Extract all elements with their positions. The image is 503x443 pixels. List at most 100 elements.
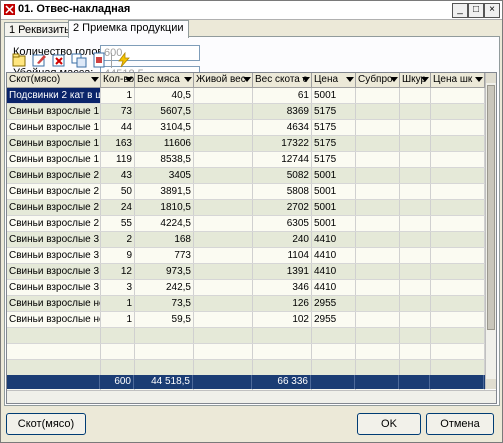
cell-col-price[interactable]: 4410	[312, 232, 356, 247]
column-filter-arrow-icon[interactable]	[243, 77, 251, 82]
cell-col-byproducts[interactable]	[356, 184, 400, 199]
cell-col-price[interactable]: 5175	[312, 120, 356, 135]
cell-col-live-weight[interactable]	[194, 184, 253, 199]
cell-col-live-weight[interactable]	[194, 264, 253, 279]
cell-col-hides[interactable]	[400, 344, 431, 359]
cell-col-byproducts[interactable]	[356, 120, 400, 135]
cell-col-byproducts[interactable]	[356, 296, 400, 311]
delete-icon[interactable]	[51, 52, 67, 68]
cell-col-byproducts[interactable]	[356, 200, 400, 215]
cell-col-meat-weight[interactable]	[135, 344, 194, 359]
cell-col-live-weight[interactable]	[194, 104, 253, 119]
cell-col-livestock[interactable]: Свиньи взрослые 2 ка	[7, 184, 101, 199]
cell-col-livestock[interactable]: Свиньи взрослые 1 ка	[7, 104, 101, 119]
cell-col-livestock[interactable]: Свиньи взрослые 1 ка	[7, 120, 101, 135]
cell-col-live-weight[interactable]	[194, 296, 253, 311]
cell-col-livestock[interactable]: Подсвинки 2 кат в шкуре	[7, 88, 101, 103]
cell-col-price[interactable]	[312, 344, 356, 359]
cell-col-hide-price[interactable]	[431, 216, 485, 231]
scroll-down-button[interactable]	[486, 379, 496, 389]
cell-col-count[interactable]	[101, 360, 135, 375]
cell-col-weight-total[interactable]	[253, 328, 312, 343]
cell-col-live-weight[interactable]	[194, 232, 253, 247]
cell-col-hides[interactable]	[400, 280, 431, 295]
cell-col-livestock[interactable]: Свиньи взрослые нест	[7, 312, 101, 327]
cell-col-count[interactable]: 43	[101, 168, 135, 183]
cell-col-hides[interactable]	[400, 152, 431, 167]
cell-col-hide-price[interactable]	[431, 184, 485, 199]
cell-col-livestock[interactable]: Свиньи взрослые 3 ка	[7, 248, 101, 263]
cell-col-count[interactable]	[101, 328, 135, 343]
cell-col-count[interactable]: 1	[101, 88, 135, 103]
cell-col-count[interactable]: 73	[101, 104, 135, 119]
header-col-hides[interactable]: Шкур	[400, 73, 431, 87]
cell-col-byproducts[interactable]	[356, 360, 400, 375]
column-filter-arrow-icon[interactable]	[302, 77, 310, 82]
edit-icon[interactable]	[31, 52, 47, 68]
cell-col-live-weight[interactable]	[194, 152, 253, 167]
header-col-hide-price[interactable]: Цена шк	[431, 73, 485, 87]
table-row[interactable]	[7, 360, 485, 376]
cell-col-live-weight[interactable]	[194, 120, 253, 135]
column-filter-arrow-icon[interactable]	[125, 77, 133, 82]
cell-col-hides[interactable]	[400, 312, 431, 327]
cell-col-livestock[interactable]: Свиньи взрослые 1 ка	[7, 136, 101, 151]
cell-col-count[interactable]: 119	[101, 152, 135, 167]
cell-col-byproducts[interactable]	[356, 152, 400, 167]
cell-col-hide-price[interactable]	[431, 248, 485, 263]
table-row[interactable]: Подсвинки 2 кат в шкуре140,5 615001	[7, 88, 485, 104]
cell-col-byproducts[interactable]	[356, 344, 400, 359]
table-row[interactable]: Свиньи взрослые 1 ка16311606 173225175	[7, 136, 485, 152]
cell-col-hides[interactable]	[400, 200, 431, 215]
cell-col-price[interactable]: 4410	[312, 248, 356, 263]
header-col-count[interactable]: Кол-во	[101, 73, 135, 87]
cell-col-meat-weight[interactable]: 59,5	[135, 312, 194, 327]
cell-col-meat-weight[interactable]: 242,5	[135, 280, 194, 295]
cell-col-hides[interactable]	[400, 296, 431, 311]
cell-col-byproducts[interactable]	[356, 248, 400, 263]
table-row[interactable]	[7, 328, 485, 344]
cell-col-byproducts[interactable]	[356, 280, 400, 295]
cell-col-livestock[interactable]: Свиньи взрослые 1 ка	[7, 152, 101, 167]
table-row[interactable]: Свиньи взрослые 1 ка1198538,5 127445175	[7, 152, 485, 168]
minimize-button[interactable]: _	[452, 3, 468, 18]
new-icon[interactable]	[11, 52, 27, 68]
cell-col-byproducts[interactable]	[356, 104, 400, 119]
scroll-up-button[interactable]	[486, 73, 496, 83]
cell-col-weight-total[interactable]: 2702	[253, 200, 312, 215]
ok-button[interactable]: OK	[357, 413, 421, 435]
cell-col-price[interactable]: 5001	[312, 88, 356, 103]
maximize-button[interactable]: □	[468, 3, 484, 18]
cell-col-meat-weight[interactable]: 3405	[135, 168, 194, 183]
cell-col-hides[interactable]	[400, 328, 431, 343]
column-filter-arrow-icon[interactable]	[346, 77, 354, 82]
cell-col-hides[interactable]	[400, 248, 431, 263]
cell-col-live-weight[interactable]	[194, 216, 253, 231]
cell-col-livestock[interactable]	[7, 328, 101, 343]
cell-col-hide-price[interactable]	[431, 200, 485, 215]
cell-col-meat-weight[interactable]: 8538,5	[135, 152, 194, 167]
horizontal-scrollbar[interactable]	[7, 390, 496, 403]
header-col-price[interactable]: Цена	[312, 73, 356, 87]
table-row[interactable]: Свиньи взрослые 3 ка2168 2404410	[7, 232, 485, 248]
table-row[interactable]: Свиньи взрослые 1 ка443104,5 46345175	[7, 120, 485, 136]
cell-col-price[interactable]	[312, 328, 356, 343]
scroll-thumb[interactable]	[487, 85, 495, 330]
cell-col-meat-weight[interactable]: 5607,5	[135, 104, 194, 119]
cell-col-hide-price[interactable]	[431, 104, 485, 119]
cell-col-hide-price[interactable]	[431, 328, 485, 343]
cell-col-hides[interactable]	[400, 264, 431, 279]
cell-col-meat-weight[interactable]: 3104,5	[135, 120, 194, 135]
cell-col-hides[interactable]	[400, 360, 431, 375]
cell-col-weight-total[interactable]: 5808	[253, 184, 312, 199]
header-col-meat-weight[interactable]: Вес мяса	[135, 73, 194, 87]
cell-col-weight-total[interactable]: 5082	[253, 168, 312, 183]
cell-col-livestock[interactable]: Свиньи взрослые 2 ка	[7, 168, 101, 183]
cell-col-live-weight[interactable]	[194, 136, 253, 151]
cell-col-hides[interactable]	[400, 184, 431, 199]
cell-col-weight-total[interactable]: 102	[253, 312, 312, 327]
column-filter-arrow-icon[interactable]	[475, 77, 483, 82]
cell-col-count[interactable]: 1	[101, 296, 135, 311]
cell-col-livestock[interactable]: Свиньи взрослые 2 ка	[7, 200, 101, 215]
cell-col-weight-total[interactable]: 12744	[253, 152, 312, 167]
